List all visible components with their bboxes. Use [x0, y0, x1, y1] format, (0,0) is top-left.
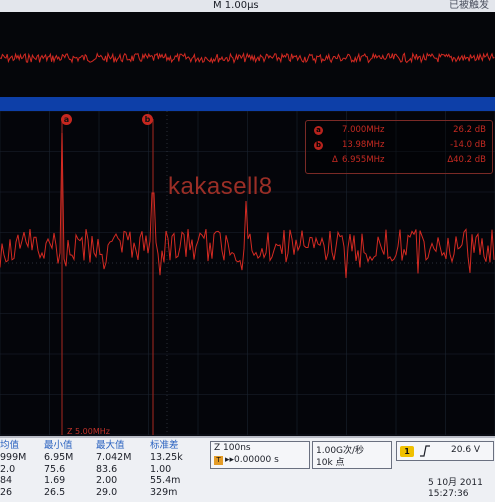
trigger-status: 已被触发 [449, 0, 489, 11]
cursor-b-frequency: 13.98MHz [342, 140, 385, 150]
meas-header-stddev: 标准差 [150, 440, 179, 451]
meas-column-min[interactable]: 最小值 6.95M 75.6 1.69 26.5 [44, 440, 73, 499]
meas-value: 1.00 [150, 463, 172, 475]
date: 5 10月 2011 [428, 478, 483, 488]
zoom-divider-bar [0, 97, 495, 111]
cursor-delta-amplitude: Δ40.2 dB [447, 155, 486, 165]
meas-value: 329m [150, 487, 178, 499]
rising-edge-icon [420, 445, 430, 457]
overview-waveform-pane [0, 12, 495, 97]
cursor-delta-frequency: 6.955MHz [342, 155, 385, 165]
meas-header-max: 最大值 [96, 440, 125, 451]
bottom-status-panel: 均值 999M 2.0 84 26 最小值 6.95M 75.6 1.69 26… [0, 436, 495, 502]
trigger-level: 20.6 V [451, 445, 481, 455]
cursor-b-amplitude: -14.0 dB [450, 140, 486, 150]
trigger-position-icon: T [214, 456, 223, 465]
meas-value: 13.25k [150, 451, 183, 463]
top-status-bar: M 1.00µs 已被触发 [0, 0, 495, 12]
cursor-b-row: b 13.98MHz -14.0 dB [314, 139, 486, 152]
meas-column-mean[interactable]: 均值 999M 2.0 84 26 [0, 440, 26, 499]
cursor-delta-symbol: Δ [332, 155, 338, 165]
meas-value: 1.69 [44, 475, 66, 487]
meas-column-stddev[interactable]: 标准差 13.25k 1.00 55.4m 329m [150, 440, 183, 499]
meas-value: 29.0 [96, 487, 118, 499]
watermark: kakasell8 [168, 173, 273, 200]
meas-header-mean: 均值 [0, 440, 20, 451]
cursor-readout-box: a 7.000MHz 26.2 dB b 13.98MHz -14.0 dB Δ… [305, 120, 493, 174]
cursor-b-badge[interactable]: b [142, 114, 153, 125]
zoom-settings-box[interactable]: Z 100ns T ▸▸0.00000 s [210, 441, 310, 469]
zoom-factor: Z 100ns [214, 443, 251, 453]
meas-value: 84 [0, 475, 13, 487]
meas-value: 26 [0, 487, 13, 499]
meas-value: 55.4m [150, 475, 181, 487]
cursor-a-readout-badge: a [314, 126, 323, 135]
record-length: 10k 点 [316, 458, 345, 468]
cursor-a-amplitude: 26.2 dB [453, 125, 486, 135]
meas-value: 83.6 [96, 463, 118, 475]
trigger-box[interactable]: 1 20.6 V [396, 441, 494, 461]
meas-value: 7.042M [96, 451, 132, 463]
trigger-channel-badge: 1 [400, 446, 414, 457]
meas-value: 6.95M [44, 451, 74, 463]
center-frequency-label: Z 5.00MHz [67, 427, 110, 436]
meas-value: 2.00 [96, 475, 118, 487]
meas-value: 999M [0, 451, 27, 463]
overview-trace [0, 51, 495, 65]
cursor-delta-row: Δ 6.955MHz Δ40.2 dB [314, 154, 486, 167]
time: 15:27:36 [428, 489, 469, 499]
meas-header-min: 最小值 [44, 440, 73, 451]
meas-value: 26.5 [44, 487, 66, 499]
zoom-position: ▸▸0.00000 s [225, 455, 279, 465]
meas-value: 2.0 [0, 463, 16, 475]
acquisition-box[interactable]: 1.00G次/秒 10k 点 [312, 441, 392, 469]
meas-column-max[interactable]: 最大值 7.042M 83.6 2.00 29.0 [96, 440, 131, 499]
timebase-readout[interactable]: M 1.00µs [213, 0, 259, 12]
cursor-a-row: a 7.000MHz 26.2 dB [314, 124, 486, 137]
cursor-a-frequency: 7.000MHz [342, 125, 385, 135]
cursor-b-readout-badge: b [314, 141, 323, 150]
meas-value: 75.6 [44, 463, 66, 475]
datetime: 5 10月 2011 15:27:36 [428, 478, 483, 500]
cursor-a-badge[interactable]: a [61, 114, 72, 125]
overview-trace-svg [0, 51, 495, 65]
